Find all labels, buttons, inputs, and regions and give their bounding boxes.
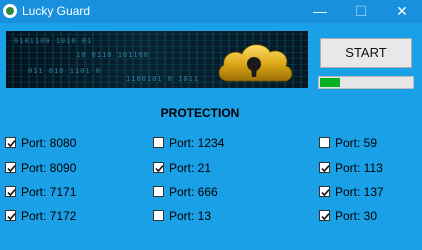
- checkbox-unchecked[interactable]: [319, 137, 330, 148]
- banner-digits: 1100101 0 1011: [126, 75, 200, 83]
- cloud-lock-icon: [214, 37, 296, 87]
- port-label: Port: 666: [169, 185, 218, 199]
- title-bar[interactable]: Lucky Guard — ☐ ✕: [0, 0, 422, 23]
- checkbox-checked[interactable]: [5, 162, 16, 173]
- progress-bar: [318, 76, 414, 89]
- progress-bar-fill: [320, 78, 340, 87]
- checkbox-checked[interactable]: [319, 186, 330, 197]
- checkbox-checked[interactable]: [5, 137, 16, 148]
- checkbox-checked[interactable]: [319, 210, 330, 221]
- port-label: Port: 113: [335, 161, 383, 175]
- port-label: Port: 30: [335, 209, 378, 223]
- port-label: Port: 7172: [21, 209, 77, 223]
- checkbox-unchecked[interactable]: [153, 137, 164, 148]
- checkbox-unchecked[interactable]: [153, 186, 164, 197]
- maximize-button[interactable]: ☐: [341, 0, 381, 23]
- banner-digits: 011 010 1101 0: [28, 67, 102, 75]
- start-button[interactable]: START: [320, 38, 412, 68]
- protection-heading: PROTECTION: [160, 106, 240, 120]
- checkbox-checked[interactable]: [153, 162, 164, 173]
- port-label: Port: 1234: [169, 136, 225, 150]
- checkbox-checked[interactable]: [319, 162, 330, 173]
- checkbox-checked[interactable]: [5, 210, 16, 221]
- banner-digits: 0101100 1010 01: [14, 37, 93, 45]
- minimize-button[interactable]: —: [300, 0, 340, 23]
- app-icon: [3, 4, 17, 18]
- checkbox-unchecked[interactable]: [153, 210, 164, 221]
- window-title: Lucky Guard: [22, 4, 91, 18]
- port-label: Port: 7171: [21, 185, 77, 199]
- port-label: Port: 13: [169, 209, 212, 223]
- checkbox-checked[interactable]: [5, 186, 16, 197]
- close-button[interactable]: ✕: [382, 0, 422, 23]
- port-label: Port: 8090: [21, 161, 77, 175]
- port-label: Port: 59: [335, 136, 378, 150]
- port-label: Port: 8080: [21, 136, 77, 150]
- port-label: Port: 137: [335, 185, 384, 199]
- app-window: Lucky Guard — ☐ ✕ 0101100 1010 01 10 011…: [0, 0, 422, 250]
- port-label: Port: 21: [169, 161, 212, 175]
- banner-digits: 10 0110 101100: [76, 51, 150, 59]
- banner-image: 0101100 1010 01 10 0110 101100 011 010 1…: [6, 31, 308, 88]
